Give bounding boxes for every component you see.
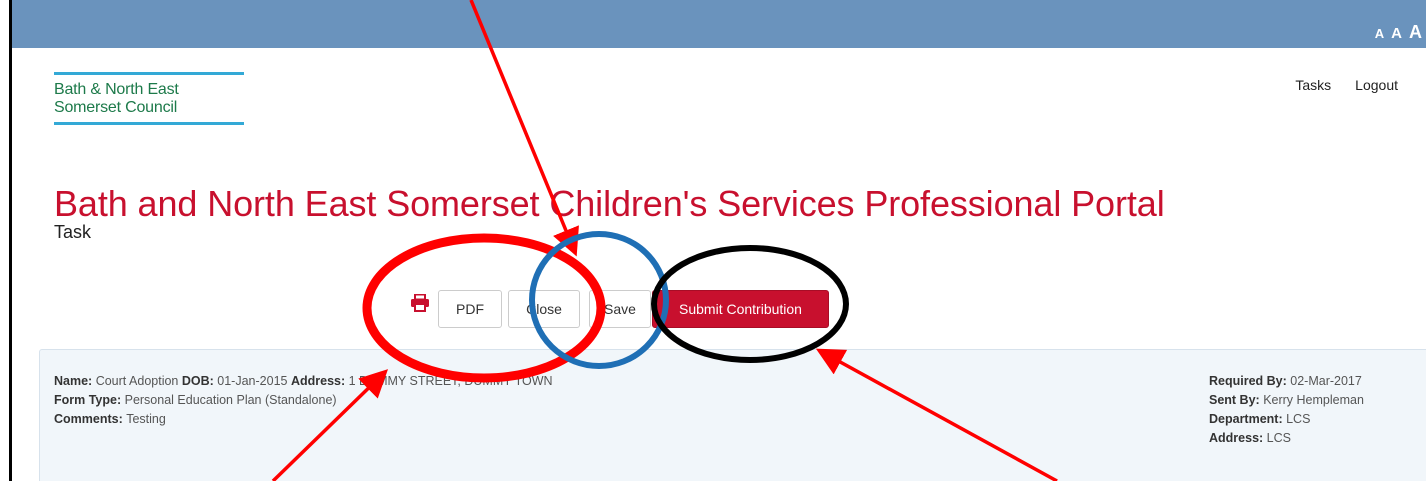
pdf-button[interactable]: PDF — [438, 290, 502, 328]
detail-row: Form Type: Personal Education Plan (Stan… — [54, 391, 553, 410]
comments-label: Comments: — [54, 412, 127, 426]
detail-row: Comments: Testing — [54, 410, 553, 429]
department-label: Department: — [1209, 412, 1287, 426]
sent-by-value: Kerry Hempleman — [1263, 393, 1364, 407]
task-details-left: Name: Court Adoption DOB: 01-Jan-2015 Ad… — [54, 372, 553, 429]
text-size-controls: A A A — [1375, 22, 1422, 43]
save-button[interactable]: Save — [589, 290, 651, 328]
dob-value: 01-Jan-2015 — [217, 374, 291, 388]
nav-tasks-link[interactable]: Tasks — [1295, 77, 1331, 93]
sent-by-label: Sent By: — [1209, 393, 1264, 407]
address-label: Address: — [290, 374, 349, 388]
page-subtitle: Task — [54, 222, 92, 242]
logo-rule-top — [54, 72, 244, 75]
detail-row: Address: LCS — [1209, 429, 1364, 448]
page: A A A Bath & North East Somerset Council… — [12, 0, 1426, 481]
address-value: 1 DUMMY STREET, DUMMY TOWN — [348, 374, 553, 388]
dob-label: DOB: — [181, 374, 218, 388]
name-value: Court Adoption — [95, 374, 182, 388]
text-size-small[interactable]: A — [1375, 26, 1384, 41]
detail-row: Sent By: Kerry Hempleman — [1209, 391, 1364, 410]
form-type-label: Form Type: — [54, 393, 125, 407]
required-by-label: Required By: — [1209, 374, 1291, 388]
screenshot-frame: A A A Bath & North East Somerset Council… — [0, 0, 1426, 481]
comments-value: Testing — [126, 412, 166, 426]
council-logo[interactable]: Bath & North East Somerset Council — [54, 72, 244, 125]
logo-line-2: Somerset Council — [54, 99, 178, 116]
detail-row: Department: LCS — [1209, 410, 1364, 429]
submit-contribution-button[interactable]: Submit Contribution — [652, 290, 829, 328]
nav-logout-link[interactable]: Logout — [1355, 77, 1398, 93]
top-bar: A A A — [12, 0, 1426, 48]
logo-line-1: Bath & North East — [54, 81, 179, 98]
right-address-value: LCS — [1266, 431, 1291, 445]
text-size-large[interactable]: A — [1409, 22, 1422, 43]
top-nav: Tasks Logout — [1295, 77, 1398, 93]
close-button[interactable]: Close — [508, 290, 580, 328]
right-address-label: Address: — [1209, 431, 1267, 445]
print-icon[interactable] — [410, 294, 430, 312]
text-size-medium[interactable]: A — [1391, 25, 1402, 42]
logo-rule-bottom — [54, 122, 244, 125]
task-details-right: Required By: 02-Mar-2017 Sent By: Kerry … — [1209, 372, 1364, 448]
detail-row: Name: Court Adoption DOB: 01-Jan-2015 Ad… — [54, 372, 553, 391]
required-by-value: 02-Mar-2017 — [1290, 374, 1362, 388]
department-value: LCS — [1286, 412, 1311, 426]
form-type-value: Personal Education Plan (Standalone) — [124, 393, 337, 407]
page-title: Bath and North East Somerset Children's … — [54, 183, 1165, 224]
detail-row: Required By: 02-Mar-2017 — [1209, 372, 1364, 391]
name-label: Name: — [54, 374, 96, 388]
